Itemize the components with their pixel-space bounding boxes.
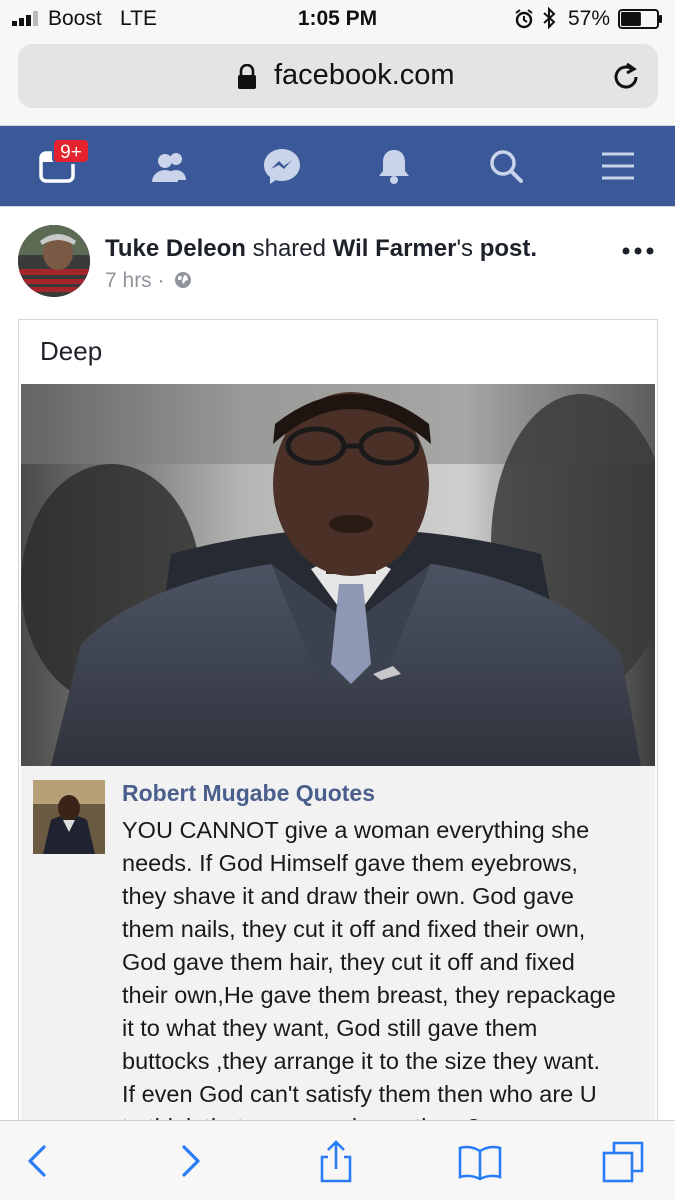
shared-post-caption: Deep [40, 336, 103, 366]
url-text: facebook.com [274, 59, 455, 91]
quote-text: YOU CANNOT give a woman everything she n… [122, 817, 616, 1128]
menu-icon[interactable] [596, 144, 640, 188]
share-icon[interactable] [314, 1139, 358, 1183]
shared-post-card[interactable]: Deep Robert Mugabe Quotes YOU CANNOT giv… [18, 319, 658, 1129]
bookmarks-icon[interactable] [458, 1139, 502, 1183]
meta-separator: · [151, 269, 171, 292]
status-bar: Boost LTE 1:05 PM 57% [0, 0, 675, 38]
possessive-text: 's [456, 235, 480, 262]
notifications-bell-icon[interactable] [372, 144, 416, 188]
more-options-icon[interactable] [620, 243, 656, 259]
facebook-top-nav: 9+ [0, 126, 675, 206]
tabs-icon[interactable] [602, 1139, 646, 1183]
notification-count-badge: 9+ [52, 138, 90, 164]
back-icon[interactable] [16, 1139, 60, 1183]
bluetooth-icon [543, 7, 556, 29]
alarm-icon [515, 9, 533, 29]
forward-icon[interactable] [168, 1139, 212, 1183]
post-timestamp[interactable]: 7 hrs [105, 269, 152, 292]
battery-icon [618, 9, 662, 29]
friends-icon[interactable] [148, 144, 192, 188]
phone-screen: Boost LTE 1:05 PM 57% facebook.com 9+ Tu… [0, 0, 675, 1200]
messenger-icon[interactable] [260, 144, 304, 188]
original-post-link[interactable]: post. [480, 235, 537, 262]
reload-icon[interactable] [610, 61, 642, 93]
avatar[interactable] [18, 225, 90, 297]
post-header: Tuke Deleon shared Wil Farmer's post. [105, 235, 537, 263]
globe-icon [175, 272, 192, 288]
battery-percentage: 57% [568, 7, 611, 30]
address-bar[interactable]: facebook.com [18, 44, 658, 108]
original-author-link[interactable]: Wil Farmer [333, 235, 457, 262]
quote-page-name: Robert Mugabe Quotes [122, 780, 376, 806]
post-meta: 7 hrs · [105, 269, 192, 293]
browser-address-area: facebook.com [0, 38, 675, 126]
post-photo[interactable] [21, 384, 655, 766]
shared-text: shared [245, 235, 333, 262]
browser-toolbar [0, 1120, 675, 1200]
quote-page-avatar [33, 780, 105, 854]
post-author-link[interactable]: Tuke Deleon [105, 235, 246, 262]
search-icon[interactable] [484, 144, 528, 188]
lock-icon [238, 64, 256, 89]
quote-screenshot: Robert Mugabe Quotes YOU CANNOT give a w… [21, 766, 655, 1128]
news-feed-post: Tuke Deleon shared Wil Farmer's post. 7 … [0, 206, 675, 1129]
